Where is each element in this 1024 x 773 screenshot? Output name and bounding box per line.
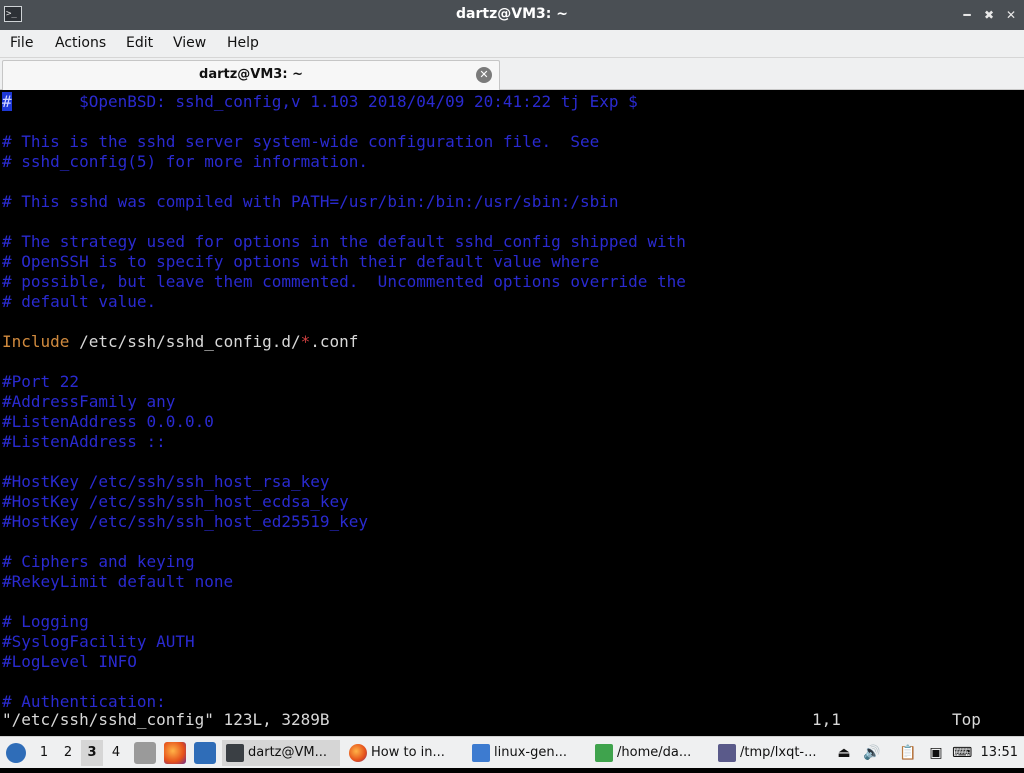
task-label: /home/da... [617, 745, 692, 760]
close-icon[interactable]: ✕ [1002, 6, 1020, 24]
maximize-icon[interactable]: ✖ [980, 6, 998, 24]
minimize-icon[interactable]: ━ [958, 6, 976, 24]
text-editor-icon [718, 744, 736, 762]
vim-status-scroll: Top [952, 710, 981, 729]
terminal-text: #RekeyLimit default none [2, 572, 234, 591]
terminal-line: #HostKey /etc/ssh/ssh_host_rsa_key [2, 472, 330, 492]
task-label: /tmp/lxqt-... [740, 745, 817, 760]
vim-status-file: "/etc/ssh/sshd_config" 123L, 3289B [2, 710, 330, 729]
terminal-text: # This is the sshd server system-wide co… [2, 132, 600, 151]
terminal-line: # possible, but leave them commented. Un… [2, 272, 686, 292]
taskbar: 1 2 3 4 dartz@VM... How to in... linux-g… [0, 736, 1024, 768]
show-desktop-icon[interactable] [194, 742, 216, 764]
vim-status-position: 1,1 [812, 710, 841, 729]
terminal-text: Include [2, 332, 70, 351]
terminal-line: #LogLevel INFO [2, 652, 137, 672]
desktop-3[interactable]: 3 [81, 740, 103, 766]
terminal-text: # Logging [2, 612, 89, 631]
terminal-text: #LogLevel INFO [2, 652, 137, 671]
window-title: dartz@VM3: ~ [456, 6, 568, 22]
terminal-text: #ListenAddress :: [2, 432, 166, 451]
task-label: How to in... [371, 745, 445, 760]
terminal-area[interactable]: "/etc/ssh/sshd_config" 123L, 3289B 1,1 T… [0, 90, 1024, 734]
terminal-line: #HostKey /etc/ssh/ssh_host_ed25519_key [2, 512, 368, 532]
terminal-line: # Ciphers and keying [2, 552, 195, 572]
terminal-text: # possible, but leave them commented. Un… [2, 272, 686, 291]
terminal-line: # This sshd was compiled with PATH=/usr/… [2, 192, 619, 212]
firefox-icon [349, 744, 367, 762]
terminal-line: #SyslogFacility AUTH [2, 632, 195, 652]
menu-bar: File Actions Edit View Help [0, 30, 1024, 58]
network-icon[interactable]: ▣ [926, 743, 946, 763]
menu-view[interactable]: View [173, 35, 206, 51]
terminal-text: $OpenBSD: sshd_config,v 1.103 2018/04/09… [11, 92, 638, 111]
terminal-text: #HostKey /etc/ssh/ssh_host_ecdsa_key [2, 492, 349, 511]
menu-actions[interactable]: Actions [55, 35, 106, 51]
terminal-line: # sshd_config(5) for more information. [2, 152, 368, 172]
menu-help[interactable]: Help [227, 35, 259, 51]
terminal-text: #AddressFamily any [2, 392, 176, 411]
volume-icon[interactable]: 🔊 [862, 743, 882, 763]
menu-edit[interactable]: Edit [126, 35, 153, 51]
terminal-line: #HostKey /etc/ssh/ssh_host_ecdsa_key [2, 492, 349, 512]
desktop-2[interactable]: 2 [57, 740, 79, 766]
folder-icon [472, 744, 490, 762]
terminal-text: /etc/ssh/sshd_config.d/ [69, 332, 301, 351]
keyboard-layout-icon[interactable]: ⌨ [952, 743, 972, 763]
terminal-line: # This is the sshd server system-wide co… [2, 132, 599, 152]
lxqt-menu-icon[interactable] [2, 740, 30, 766]
task-firefox[interactable]: How to in... [345, 740, 463, 766]
terminal-icon [226, 744, 244, 762]
firefox-icon[interactable] [164, 742, 186, 764]
terminal-line: #RekeyLimit default none [2, 572, 233, 592]
terminal-tab[interactable]: dartz@VM3: ~ ✕ [2, 60, 500, 90]
terminal-text: # Authentication: [2, 692, 166, 711]
text-editor-icon [595, 744, 613, 762]
tab-label: dartz@VM3: ~ [199, 67, 303, 82]
desktop-4[interactable]: 4 [105, 740, 127, 766]
terminal-line: Include /etc/ssh/sshd_config.d/*.conf [2, 332, 358, 352]
terminal-line: # Logging [2, 612, 89, 632]
text-cursor: # [2, 92, 12, 111]
tab-close-icon[interactable]: ✕ [476, 67, 492, 83]
file-manager-icon[interactable] [134, 742, 156, 764]
terminal-text: # sshd_config(5) for more information. [2, 152, 369, 171]
terminal-text: # default value. [2, 292, 157, 311]
terminal-text: # Ciphers and keying [2, 552, 195, 571]
terminal-line: #AddressFamily any [2, 392, 175, 412]
terminal-line: # Authentication: [2, 692, 166, 712]
task-folder[interactable]: linux-gen... [468, 740, 586, 766]
terminal-text: #Port 22 [2, 372, 80, 391]
eject-icon[interactable]: ⏏ [834, 743, 854, 763]
task-editor-home[interactable]: /home/da... [591, 740, 709, 766]
task-editor-tmp[interactable]: /tmp/lxqt-... [714, 740, 832, 766]
terminal-line: # $OpenBSD: sshd_config,v 1.103 2018/04/… [2, 92, 638, 112]
desktop-1[interactable]: 1 [33, 740, 55, 766]
terminal-text: .conf [310, 332, 359, 351]
terminal-line: #ListenAddress :: [2, 432, 166, 452]
tab-bar: dartz@VM3: ~ ✕ [0, 58, 1024, 90]
terminal-text: # The strategy used for options in the d… [2, 232, 686, 251]
terminal-line: # OpenSSH is to specify options with the… [2, 252, 599, 272]
terminal-line: # default value. [2, 292, 156, 312]
menu-file[interactable]: File [10, 35, 33, 51]
terminal-text: # This sshd was compiled with PATH=/usr/… [2, 192, 619, 211]
terminal-text: #SyslogFacility AUTH [2, 632, 195, 651]
terminal-text: #HostKey /etc/ssh/ssh_host_ed25519_key [2, 512, 369, 531]
window-titlebar[interactable]: >_ dartz@VM3: ~ ━ ✖ ✕ [0, 0, 1024, 30]
terminal-line: # The strategy used for options in the d… [2, 232, 686, 252]
terminal-line: #ListenAddress 0.0.0.0 [2, 412, 214, 432]
clock[interactable]: 13:51 [981, 740, 1018, 766]
terminal-line: #Port 22 [2, 372, 79, 392]
terminal-text: * [300, 332, 311, 351]
task-terminal[interactable]: dartz@VM... [222, 740, 340, 766]
terminal-text: #ListenAddress 0.0.0.0 [2, 412, 214, 431]
task-label: linux-gen... [494, 745, 567, 760]
clipboard-icon[interactable]: 📋 [898, 743, 918, 763]
terminal-text: # OpenSSH is to specify options with the… [2, 252, 600, 271]
task-label: dartz@VM... [248, 745, 327, 760]
terminal-text: #HostKey /etc/ssh/ssh_host_rsa_key [2, 472, 330, 491]
